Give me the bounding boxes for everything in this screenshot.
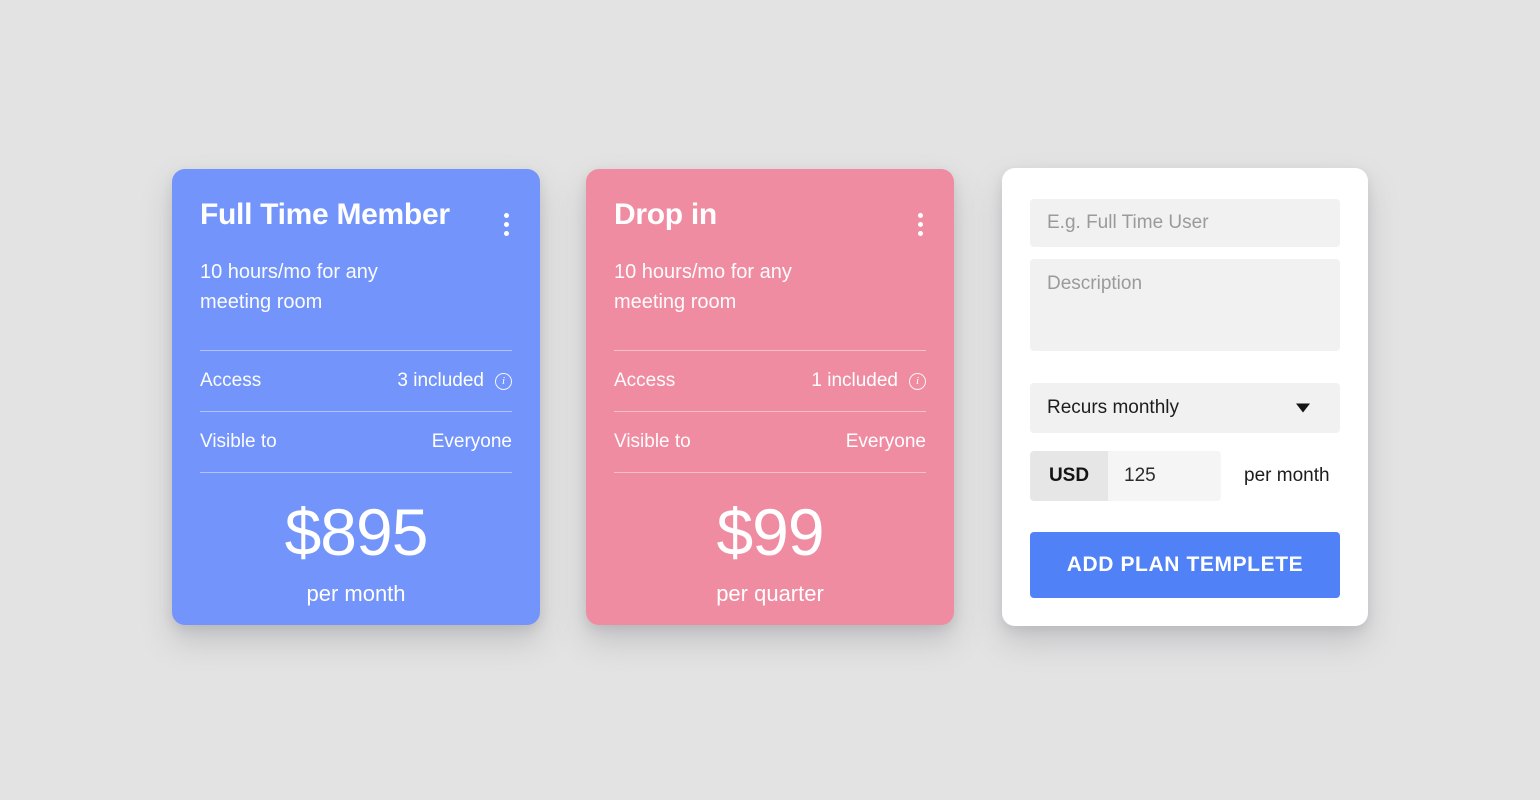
plan-card-drop-in: Drop in 10 hours/mo for any meeting room… [586, 169, 954, 625]
kebab-dot [918, 222, 923, 227]
row-value: 1 included [811, 370, 898, 391]
kebab-dot [504, 222, 509, 227]
plan-subtitle: 10 hours/mo for any meeting room [200, 261, 378, 313]
plan-name-input[interactable] [1030, 199, 1340, 247]
kebab-dot [918, 231, 923, 236]
info-icon[interactable]: i [495, 372, 512, 390]
plan-row-visible-to: Visible to Everyone [614, 412, 926, 472]
plan-row-access: Access 3 included i [200, 351, 512, 411]
plan-detail-rows: Access 1 included i Visible to Everyone [614, 350, 926, 473]
plan-subtitle: 10 hours/mo for any meeting room [614, 261, 792, 313]
plan-card-full-time-member: Full Time Member 10 hours/mo for any mee… [172, 169, 540, 625]
recurrence-select-wrapper: Recurs monthly [1030, 383, 1340, 433]
row-label: Access [614, 370, 676, 391]
plan-description-input[interactable] [1030, 259, 1340, 351]
plan-title: Drop in [614, 198, 717, 231]
divider [200, 472, 512, 473]
plan-price-period: per quarter [716, 581, 824, 606]
kebab-dot [504, 213, 509, 218]
recurrence-selected-value: Recurs monthly [1047, 397, 1179, 418]
price-period-label: per month [1244, 465, 1330, 486]
row-label: Visible to [200, 431, 277, 452]
plan-price: $99 [716, 495, 824, 569]
plan-price-block: $895 per month [172, 499, 540, 607]
kebab-dot [504, 231, 509, 236]
row-value: Everyone [431, 431, 512, 452]
plan-title: Full Time Member [200, 198, 450, 231]
row-value-group: 3 included i [397, 370, 512, 392]
info-icon[interactable]: i [909, 372, 926, 390]
new-plan-form-card: Recurs monthly USD per month ADD PLAN TE… [1002, 168, 1368, 626]
recurrence-select[interactable]: Recurs monthly [1030, 383, 1340, 433]
row-value: Everyone [845, 431, 926, 452]
row-label: Access [200, 370, 262, 391]
kebab-menu-icon[interactable] [495, 205, 518, 244]
plan-row-access: Access 1 included i [614, 351, 926, 411]
plan-row-visible-to: Visible to Everyone [200, 412, 512, 472]
page-root: Full Time Member 10 hours/mo for any mee… [0, 0, 1540, 800]
plan-card-header: Full Time Member [200, 198, 512, 244]
kebab-menu-icon[interactable] [909, 205, 932, 244]
price-input-row: USD per month [1030, 451, 1340, 501]
plan-price-period: per month [306, 581, 406, 606]
add-plan-template-button[interactable]: ADD PLAN TEMPLETE [1030, 532, 1340, 598]
plan-price: $895 [284, 495, 429, 569]
divider [614, 472, 926, 473]
plan-price-block: $99 per quarter [586, 499, 954, 607]
plan-detail-rows: Access 3 included i Visible to Everyone [200, 350, 512, 473]
row-value: 3 included [397, 370, 484, 391]
row-label: Visible to [614, 431, 691, 452]
kebab-dot [918, 213, 923, 218]
row-value-group: 1 included i [811, 370, 926, 392]
currency-selector[interactable]: USD [1030, 451, 1108, 501]
amount-input[interactable] [1108, 451, 1221, 501]
plan-card-header: Drop in [614, 198, 926, 244]
